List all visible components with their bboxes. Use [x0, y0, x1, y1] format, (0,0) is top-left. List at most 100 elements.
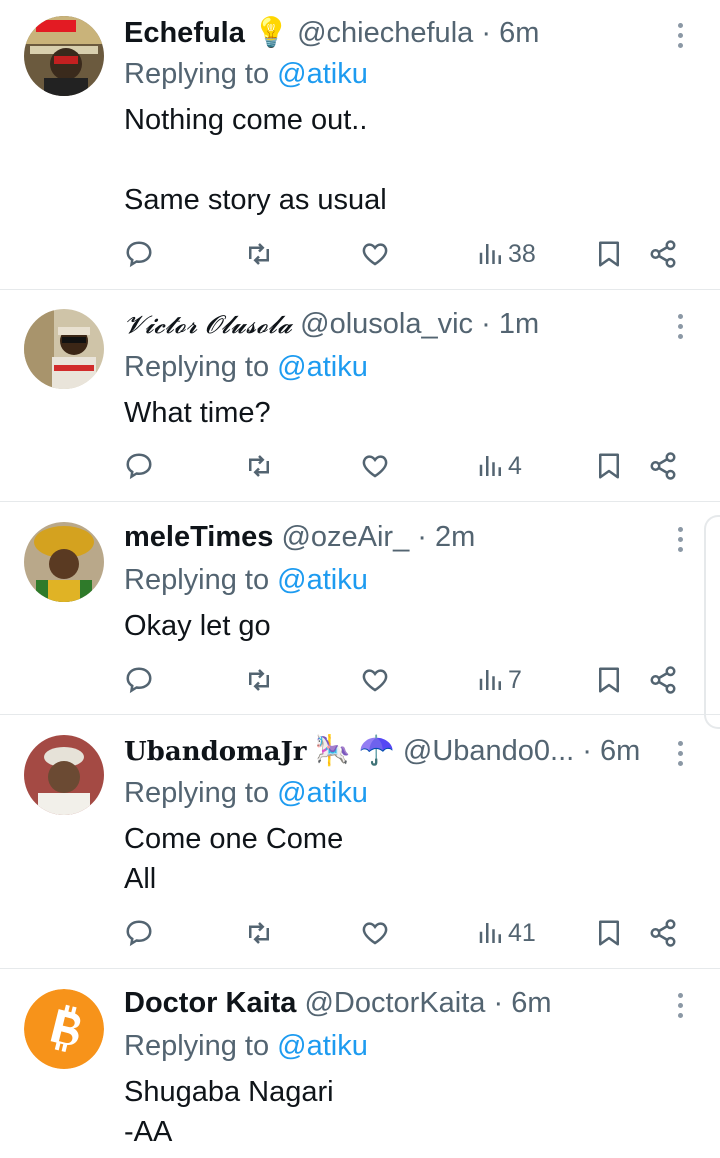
action-bar: 38: [124, 234, 684, 274]
separator-dot: ·: [481, 17, 491, 49]
reply-icon: [126, 453, 152, 480]
more-icon[interactable]: [670, 522, 690, 558]
avatar[interactable]: [24, 309, 104, 389]
bookmark-button[interactable]: [594, 660, 624, 700]
tweet-text: Okay let go: [124, 610, 271, 642]
tweet-header: 𝓥𝓲𝓬𝓽𝓸𝓻 𝓞𝓵𝓾𝓼𝓸𝓵𝓪 @olusola_vic · 1m: [124, 306, 660, 343]
share-icon: [650, 452, 676, 480]
display-name[interactable]: Doctor Kaita: [124, 987, 296, 1019]
mention-link[interactable]: @atiku: [277, 777, 368, 809]
share-button[interactable]: [648, 913, 678, 953]
tweet-text: What time?: [124, 397, 271, 429]
retweet-button[interactable]: [244, 660, 274, 700]
more-icon[interactable]: [670, 736, 690, 772]
views-button[interactable]: 4: [476, 446, 522, 486]
share-button[interactable]: [648, 660, 678, 700]
views-button[interactable]: 38: [476, 234, 536, 274]
tweet-card[interactable]: 𝓥𝓲𝓬𝓽𝓸𝓻 𝓞𝓵𝓾𝓼𝓸𝓵𝓪 @olusola_vic · 1m Replyin…: [0, 290, 720, 502]
views-button[interactable]: 41: [476, 913, 536, 953]
views-icon: [479, 923, 501, 943]
avatar[interactable]: [24, 735, 104, 815]
bookmark-icon: [599, 241, 619, 267]
separator-dot: ·: [417, 521, 427, 553]
replying-to: Replying to @atiku: [124, 562, 368, 598]
retweet-icon: [249, 669, 269, 691]
separator-dot: ·: [481, 308, 491, 340]
bookmark-button[interactable]: [594, 913, 624, 953]
more-icon[interactable]: [670, 988, 690, 1024]
display-name[interactable]: 𝐔𝐛𝐚𝐧𝐝𝐨𝐦𝐚𝐉𝐫: [124, 737, 306, 767]
user-handle[interactable]: @DoctorKaita: [304, 987, 485, 1019]
views-count: 4: [508, 451, 522, 480]
timestamp[interactable]: 2m: [435, 521, 475, 553]
replying-to-label: Replying to: [124, 1030, 270, 1062]
mention-link[interactable]: @atiku: [277, 351, 368, 383]
like-icon: [362, 669, 388, 692]
scrollbar[interactable]: [704, 515, 720, 729]
mention-link[interactable]: @atiku: [277, 1030, 368, 1062]
views-count: 38: [508, 239, 536, 268]
like-button[interactable]: [360, 913, 390, 953]
separator-dot: ·: [493, 987, 504, 1019]
more-icon[interactable]: [670, 309, 690, 345]
tweet-card[interactable]: meleTimes @ozeAir_ · 2m Replying to @ati…: [0, 502, 720, 715]
share-button[interactable]: [648, 234, 678, 274]
tweet-header: Echefula 💡 @chiechefula · 6m: [124, 15, 660, 51]
like-button[interactable]: [360, 660, 390, 700]
tweet-card[interactable]: Doctor Kaita @DoctorKaita · 6m Replying …: [0, 969, 720, 1158]
tweet-card[interactable]: Echefula 💡 @chiechefula · 6m Replying to…: [0, 0, 720, 290]
retweet-button[interactable]: [244, 913, 274, 953]
tweet-card[interactable]: 𝐔𝐛𝐚𝐧𝐝𝐨𝐦𝐚𝐉𝐫 🎠 ☂️ @Ubando0... · 6m Replyin…: [0, 715, 720, 969]
views-icon: [479, 244, 501, 264]
avatar[interactable]: [24, 16, 104, 96]
bitcoin-icon: [24, 989, 104, 1069]
timestamp[interactable]: 6m: [600, 735, 640, 767]
avatar[interactable]: [24, 522, 104, 602]
mention-link[interactable]: @atiku: [277, 564, 368, 596]
like-icon: [362, 455, 388, 478]
retweet-icon: [249, 455, 269, 477]
mention-link[interactable]: @atiku: [277, 58, 368, 90]
share-button[interactable]: [648, 446, 678, 486]
user-handle[interactable]: @Ubando0...: [403, 735, 574, 767]
timestamp[interactable]: 6m: [511, 987, 551, 1019]
timestamp[interactable]: 1m: [499, 308, 539, 340]
user-handle[interactable]: @olusola_vic: [300, 308, 473, 340]
reply-button[interactable]: [124, 446, 154, 486]
like-button[interactable]: [360, 234, 390, 274]
bookmark-icon: [599, 453, 619, 479]
user-handle[interactable]: @ozeAir_: [281, 521, 409, 553]
reply-icon: [126, 920, 152, 947]
tweet-header: Doctor Kaita @DoctorKaita · 6m: [124, 985, 660, 1021]
reply-button[interactable]: [124, 660, 154, 700]
tweet-text: Shugaba Nagari -AA: [124, 1076, 334, 1148]
tweet-header: 𝐔𝐛𝐚𝐧𝐝𝐨𝐦𝐚𝐉𝐫 🎠 ☂️ @Ubando0... · 6m: [124, 733, 660, 770]
bookmark-button[interactable]: [594, 446, 624, 486]
replying-to: Replying to @atiku: [124, 56, 368, 92]
replying-to: Replying to @atiku: [124, 1028, 368, 1064]
share-icon: [650, 919, 676, 947]
bookmark-icon: [599, 920, 619, 946]
like-button[interactable]: [360, 446, 390, 486]
views-icon: [479, 670, 501, 690]
reply-button[interactable]: [124, 913, 154, 953]
display-name[interactable]: Echefula: [124, 17, 245, 49]
share-icon: [650, 240, 676, 268]
display-name[interactable]: 𝓥𝓲𝓬𝓽𝓸𝓻 𝓞𝓵𝓾𝓼𝓸𝓵𝓪: [124, 310, 292, 339]
tweet-text: Nothing come out.. Same story as usual: [124, 104, 387, 216]
timestamp[interactable]: 6m: [499, 17, 539, 49]
bookmark-button[interactable]: [594, 234, 624, 274]
display-name[interactable]: meleTimes: [124, 521, 273, 553]
avatar[interactable]: [24, 989, 104, 1069]
replying-to-label: Replying to: [124, 777, 270, 809]
more-icon[interactable]: [670, 18, 690, 54]
reply-button[interactable]: [124, 234, 154, 274]
retweet-button[interactable]: [244, 446, 274, 486]
like-icon: [362, 922, 388, 945]
action-bar: 4: [124, 446, 684, 486]
user-handle[interactable]: @chiechefula: [297, 17, 473, 49]
retweet-button[interactable]: [244, 234, 274, 274]
like-icon: [362, 243, 388, 266]
views-button[interactable]: 7: [476, 660, 522, 700]
retweet-icon: [249, 922, 269, 944]
